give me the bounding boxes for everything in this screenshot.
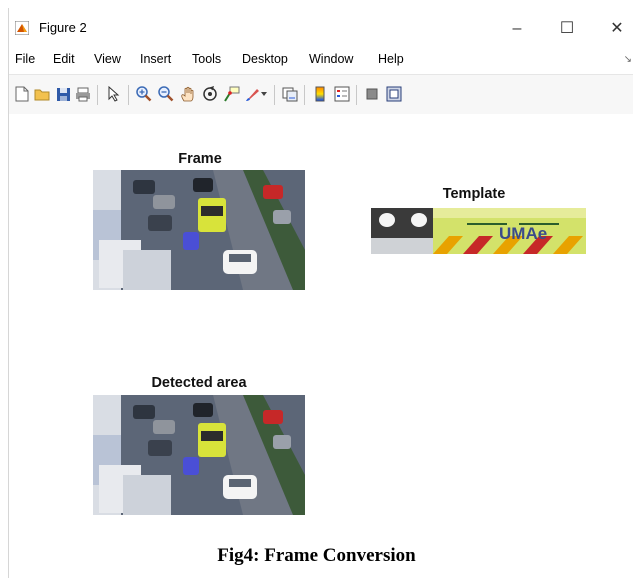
toolbar-separator [356,85,357,105]
figure-window: Figure 2 – ☐ ✕ File Edit View Insert Too… [8,8,633,578]
window-title: Figure 2 [39,20,87,35]
figure-toolbar [9,74,633,116]
zoom-out-icon[interactable] [157,85,175,103]
rotate-3d-icon[interactable] [201,85,219,103]
matlab-app-icon [15,21,29,35]
menu-view[interactable]: View [94,52,121,66]
close-button[interactable]: ✕ [597,14,633,44]
maximize-button[interactable]: ☐ [547,14,587,44]
legend-icon[interactable] [333,85,351,103]
toolbar-separator [304,85,305,105]
new-figure-icon[interactable] [13,85,31,103]
menu-window[interactable]: Window [309,52,353,66]
menu-edit[interactable]: Edit [53,52,75,66]
toolbar-separator [128,85,129,105]
zoom-in-icon[interactable] [135,85,153,103]
toolbar-separator [274,85,275,105]
data-cursor-icon[interactable] [223,85,241,103]
colorbar-icon[interactable] [311,85,329,103]
menu-file[interactable]: File [15,52,35,66]
brush-dropdown-icon[interactable] [259,85,269,103]
link-plot-icon[interactable] [281,85,299,103]
menu-overflow-arrow[interactable]: ↘ [624,54,632,65]
toolbar-separator [97,85,98,105]
ambulance-template-picture [371,208,586,254]
detected-area-image[interactable] [93,395,305,515]
figure-caption: Fig4: Frame Conversion [217,545,416,566]
menu-tools[interactable]: Tools [192,52,221,66]
open-file-icon[interactable] [33,85,51,103]
minimize-button[interactable]: – [497,14,537,44]
template-text: UMAe [499,224,548,243]
traffic-scene-picture [93,170,305,290]
print-icon[interactable] [74,85,92,103]
menu-insert[interactable]: Insert [140,52,171,66]
detected-area-axes-title: Detected area [151,375,247,391]
menu-bar: File Edit View Insert Tools Desktop Wind… [9,50,633,72]
menu-help[interactable]: Help [378,52,404,66]
show-plot-tools-icon[interactable] [385,85,403,103]
template-image[interactable]: UMAe [371,208,586,254]
pan-icon[interactable] [179,85,197,103]
detected-traffic-scene-picture [93,395,305,515]
template-axes-title: Template [442,186,506,202]
frame-image[interactable] [93,170,305,290]
save-icon[interactable] [54,85,72,103]
figure-canvas[interactable]: Frame Template UMAe Detected area [9,114,633,564]
title-bar: Figure 2 – ☐ ✕ [9,8,633,50]
frame-axes-title: Frame [178,151,222,167]
pointer-icon[interactable] [105,85,123,103]
hide-plot-tools-icon[interactable] [363,85,381,103]
menu-desktop[interactable]: Desktop [242,52,288,66]
